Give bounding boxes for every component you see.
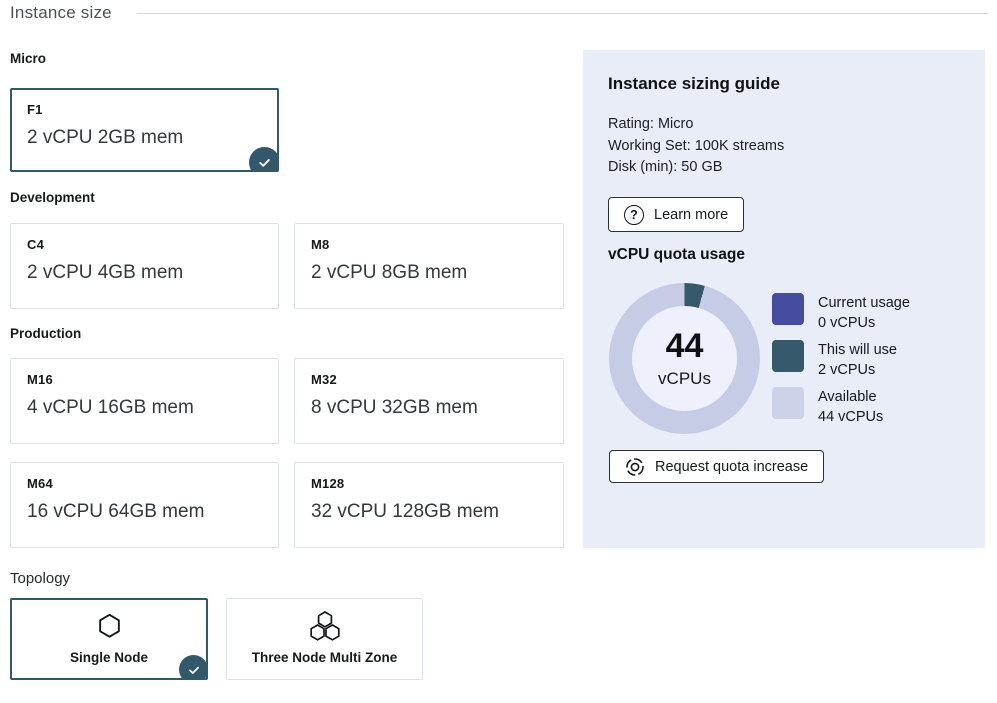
instance-card-m64[interactable]: M64 16 vCPU 64GB mem xyxy=(10,462,279,548)
instance-card-f1[interactable]: F1 2 vCPU 2GB mem xyxy=(10,88,279,172)
legend-swatch-current-usage xyxy=(772,293,804,325)
check-icon xyxy=(186,662,202,678)
instance-size-page: Instance size Micro F1 2 vCPU 2GB mem De… xyxy=(0,0,997,703)
topology-card-single-node[interactable]: Single Node xyxy=(10,598,208,680)
learn-more-button[interactable]: ? Learn more xyxy=(608,197,744,232)
quota-target-icon xyxy=(625,457,645,477)
instance-sizing-guide-panel: Instance sizing guide Rating: Micro Work… xyxy=(583,50,985,548)
legend-value: 44 vCPUs xyxy=(818,409,883,425)
request-quota-label: Request quota increase xyxy=(655,459,808,475)
instance-card-m128[interactable]: M128 32 vCPU 128GB mem xyxy=(294,462,564,548)
legend-row-current-usage: Current usage 0 vCPUs xyxy=(772,293,910,333)
instance-desc: 2 vCPU 4GB mem xyxy=(27,262,262,284)
page-title: Instance size xyxy=(10,3,112,23)
legend-swatch-this-will-use xyxy=(772,340,804,372)
instance-card-c4[interactable]: C4 2 vCPU 4GB mem xyxy=(10,223,279,309)
legend-swatch-available xyxy=(772,387,804,419)
selected-check-badge xyxy=(249,147,279,172)
instance-code: M32 xyxy=(311,372,547,387)
instance-code: M64 xyxy=(27,476,262,491)
section-label-development: Development xyxy=(10,190,95,205)
instance-code: F1 xyxy=(27,102,262,117)
instance-card-m32[interactable]: M32 8 vCPU 32GB mem xyxy=(294,358,564,444)
instance-card-m8[interactable]: M8 2 vCPU 8GB mem xyxy=(294,223,564,309)
instance-desc: 8 vCPU 32GB mem xyxy=(311,397,547,419)
three-node-hexagons-icon xyxy=(227,611,422,641)
quota-legend: Current usage 0 vCPUs This will use 2 vC… xyxy=(772,293,910,434)
instance-desc: 4 vCPU 16GB mem xyxy=(27,397,262,419)
topology-name: Three Node Multi Zone xyxy=(227,650,422,665)
guide-info: Rating: Micro Working Set: 100K streams … xyxy=(608,114,784,179)
instance-desc: 16 vCPU 64GB mem xyxy=(27,501,262,523)
guide-working-set: Working Set: 100K streams xyxy=(608,136,784,158)
section-label-production: Production xyxy=(10,326,81,341)
vcpu-donut: 44 vCPUs xyxy=(609,283,760,434)
instance-desc: 32 vCPU 128GB mem xyxy=(311,501,547,523)
instance-desc: 2 vCPU 8GB mem xyxy=(311,262,547,284)
instance-code: C4 xyxy=(27,237,262,252)
legend-row-available: Available 44 vCPUs xyxy=(772,387,910,427)
quota-title: vCPU quota usage xyxy=(608,246,745,264)
legend-value: 2 vCPUs xyxy=(818,362,875,378)
donut-center-unit: vCPUs xyxy=(658,369,711,389)
help-icon: ? xyxy=(624,205,644,225)
header-divider xyxy=(137,13,988,14)
request-quota-increase-button[interactable]: Request quota increase xyxy=(609,450,824,483)
instance-desc: 2 vCPU 2GB mem xyxy=(27,127,262,149)
legend-row-this-will-use: This will use 2 vCPUs xyxy=(772,340,910,380)
instance-card-m16[interactable]: M16 4 vCPU 16GB mem xyxy=(10,358,279,444)
donut-center-value: 44 xyxy=(666,329,704,363)
donut-center: 44 vCPUs xyxy=(632,306,737,411)
legend-label: Available xyxy=(818,389,877,405)
instance-code: M16 xyxy=(27,372,262,387)
instance-code: M8 xyxy=(311,237,547,252)
section-label-topology: Topology xyxy=(10,570,70,587)
check-icon xyxy=(256,154,273,171)
legend-value: 0 vCPUs xyxy=(818,315,875,331)
selected-check-badge xyxy=(179,655,208,680)
guide-rating: Rating: Micro xyxy=(608,114,784,136)
legend-label: Current usage xyxy=(818,295,910,311)
section-label-micro: Micro xyxy=(10,51,46,66)
legend-label: This will use xyxy=(818,342,897,358)
topology-name: Single Node xyxy=(12,650,206,665)
learn-more-label: Learn more xyxy=(654,207,728,223)
topology-card-three-node-multi-zone[interactable]: Three Node Multi Zone xyxy=(226,598,423,680)
instance-code: M128 xyxy=(311,476,547,491)
single-node-hexagon-icon xyxy=(12,611,206,641)
guide-title: Instance sizing guide xyxy=(608,74,780,94)
guide-disk: Disk (min): 50 GB xyxy=(608,157,784,179)
